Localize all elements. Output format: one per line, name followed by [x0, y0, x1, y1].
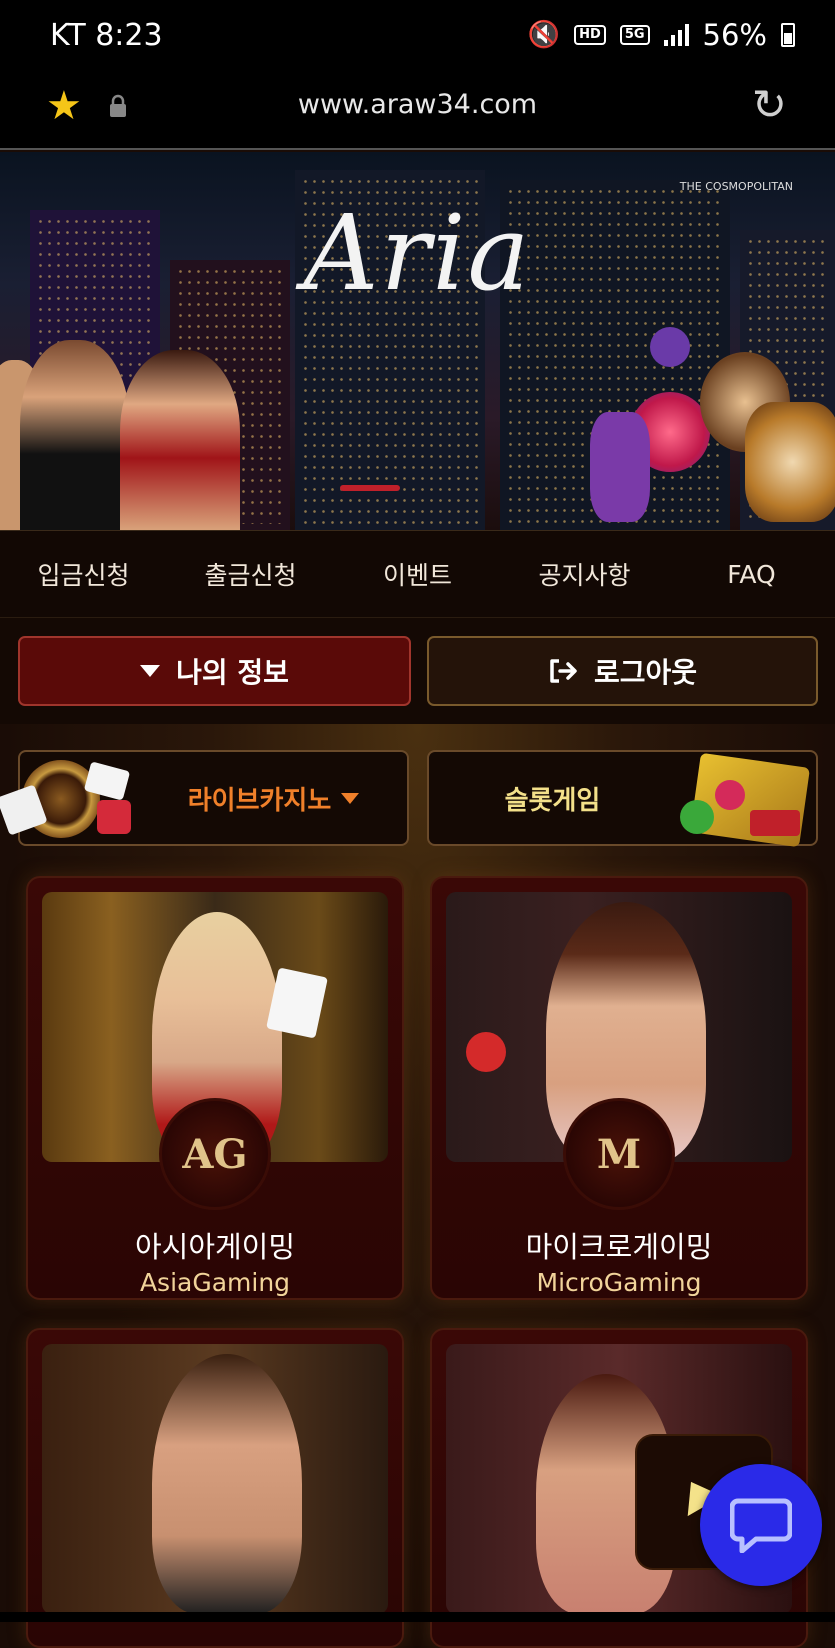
logout-label: 로그아웃	[593, 656, 698, 689]
nav-faq[interactable]: FAQ	[668, 531, 835, 617]
nav-event[interactable]: 이벤트	[334, 531, 501, 617]
hero-banner[interactable]: THE COSMOPOLITAN Aria	[0, 152, 835, 530]
main-nav: 입금신청 출금신청 이벤트 공지사항 FAQ	[0, 530, 835, 618]
chat-button[interactable]	[700, 1464, 822, 1586]
slot-machine-art	[675, 752, 825, 848]
nav-deposit-request[interactable]: 입금신청	[0, 531, 167, 617]
slot-game-tab[interactable]: 슬롯게임	[427, 750, 818, 848]
hd-badge: HD	[574, 25, 606, 45]
mute-icon: 🔇	[527, 20, 561, 50]
nav-notice[interactable]: 공지사항	[501, 531, 668, 617]
site-logo: Aria	[303, 192, 532, 314]
game-card[interactable]	[26, 1328, 404, 1648]
slot-character-art	[745, 402, 835, 522]
live-casino-label: 라이브카지노	[187, 785, 332, 816]
bottom-edge	[0, 1612, 835, 1622]
my-info-label: 나의 정보	[176, 656, 289, 689]
url-text[interactable]: www.araw34.com	[0, 89, 835, 120]
slot-character-art	[590, 412, 650, 522]
browser-url-bar: ★ www.araw34.com ↻	[0, 72, 835, 150]
battery-icon	[781, 23, 795, 47]
dealer-photo	[42, 1344, 388, 1614]
dealer-figure	[120, 350, 240, 530]
live-casino-tab[interactable]: 라이브카지노	[0, 750, 409, 846]
game-name-en: AsiaGaming	[139, 1268, 291, 1297]
banner-slide-indicator[interactable]	[340, 485, 400, 491]
battery-percent: 56%	[702, 18, 767, 52]
microgaming-logo: M	[563, 1098, 675, 1210]
slot-character-art	[650, 327, 690, 367]
chat-bubble-icon	[730, 1498, 792, 1553]
status-icons: 🔇 HD 5G 56%	[528, 18, 795, 52]
nav-withdraw-request[interactable]: 출금신청	[167, 531, 334, 617]
game-card-asiagaming[interactable]: AG 아시아게이밍 AsiaGaming	[26, 876, 404, 1300]
game-name-ko: 아시아게이밍	[134, 1230, 296, 1264]
game-name-en: MicroGaming	[536, 1268, 702, 1297]
asiagaming-logo: AG	[159, 1098, 271, 1210]
status-bar: KT 8:23 🔇 HD 5G 56%	[0, 0, 835, 72]
logout-icon	[550, 659, 577, 683]
caret-down-icon	[341, 792, 360, 804]
game-name-ko: 마이크로게이밍	[525, 1230, 713, 1264]
slot-game-label: 슬롯게임	[504, 785, 601, 816]
my-info-button[interactable]: 나의 정보	[18, 636, 411, 706]
network-badge: 5G	[619, 25, 650, 45]
roulette-art	[0, 760, 152, 842]
account-actions: 나의 정보 로그아웃	[0, 618, 835, 724]
reload-icon[interactable]: ↻	[752, 84, 787, 126]
carrier-time: KT 8:23	[50, 18, 163, 53]
dealer-figure	[20, 340, 130, 530]
logout-button[interactable]: 로그아웃	[427, 636, 818, 706]
caret-down-icon	[140, 665, 161, 677]
game-card-microgaming[interactable]: M 마이크로게이밍 MicroGaming	[430, 876, 808, 1300]
signal-icon	[663, 24, 689, 46]
